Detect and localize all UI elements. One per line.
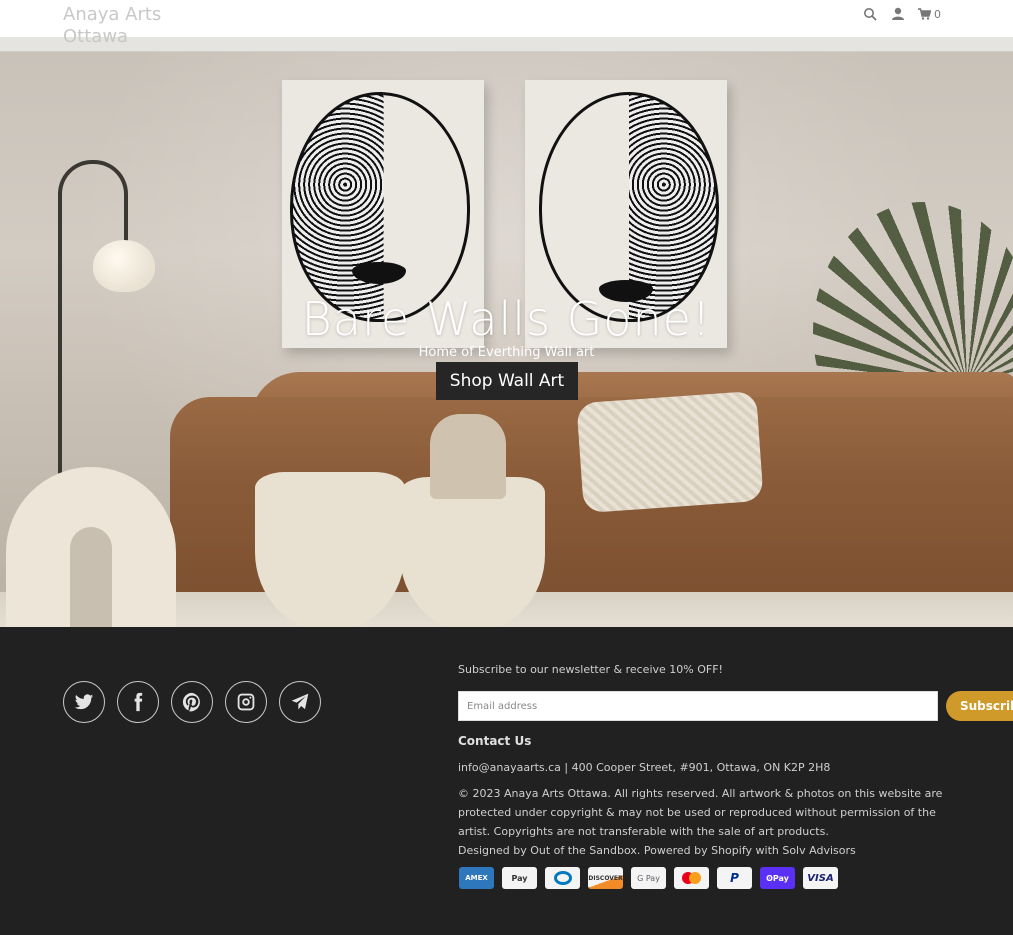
email-link[interactable] (279, 681, 321, 723)
pillow-image (576, 390, 764, 514)
facebook-icon (134, 692, 143, 712)
paper-plane-icon (291, 693, 309, 710)
credits-text: Designed by Out of the Sandbox. Powered … (458, 844, 856, 857)
subscribe-button[interactable]: Subscribe (946, 691, 1013, 721)
logo-line-1: Anaya Arts (63, 4, 162, 25)
arch-opening (70, 527, 112, 627)
account-icon[interactable] (890, 6, 906, 22)
twitter-icon (74, 694, 94, 710)
side-table-right-image (400, 477, 545, 627)
site-logo[interactable]: Anaya Arts Ottawa (63, 4, 161, 48)
cart-button[interactable]: 0 (918, 8, 941, 21)
pinterest-link[interactable] (171, 681, 213, 723)
facebook-link[interactable] (117, 681, 159, 723)
shop-wall-art-button[interactable]: Shop Wall Art (436, 362, 578, 400)
paypal-icon: P (717, 867, 752, 889)
hero-title: Bare Walls Gone! (301, 292, 712, 346)
contact-info: info@anayaarts.ca | 400 Cooper Street, #… (458, 761, 831, 774)
shop-pay-icon: ʘPay (760, 867, 795, 889)
header-actions: 0 (862, 6, 941, 22)
search-icon[interactable] (862, 6, 878, 22)
contact-us-heading: Contact Us (458, 734, 532, 748)
cart-icon (918, 8, 931, 20)
logo-line-2: Ottawa (63, 26, 129, 47)
apple-pay-icon: Pay (502, 867, 537, 889)
site-footer: Subscribe to our newsletter & receive 10… (0, 627, 1013, 935)
copyright-text: © 2023 Anaya Arts Ottawa. All rights res… (458, 787, 943, 838)
cart-count: 0 (934, 7, 941, 21)
newsletter-email-input[interactable] (458, 691, 938, 721)
lamp-shade-image (93, 240, 155, 292)
twitter-link[interactable] (63, 681, 105, 723)
hero-banner: Bare Walls Gone! Home of Everthing Wall … (0, 52, 1013, 627)
hero-subtitle: Home of Everthing Wall art (418, 345, 595, 360)
instagram-link[interactable] (225, 681, 267, 723)
payment-methods: AMEX Pay DISCOVER G Pay P ʘPay VISA (459, 867, 838, 889)
visa-icon: VISA (803, 867, 838, 889)
arch-sculpture-image (6, 467, 176, 627)
social-links (63, 681, 321, 723)
google-pay-icon: G Pay (631, 867, 666, 889)
vase-image (430, 414, 506, 499)
pinterest-icon (182, 692, 200, 712)
copyright-block: © 2023 Anaya Arts Ottawa. All rights res… (458, 784, 958, 860)
amex-icon: AMEX (459, 867, 494, 889)
floor-lamp-arc (58, 160, 128, 250)
discover-icon: DISCOVER (588, 867, 623, 889)
newsletter-text: Subscribe to our newsletter & receive 10… (458, 663, 723, 676)
instagram-icon (237, 693, 255, 711)
side-table-left-image (255, 472, 405, 627)
mastercard-icon (674, 867, 709, 889)
diners-club-icon (545, 867, 580, 889)
